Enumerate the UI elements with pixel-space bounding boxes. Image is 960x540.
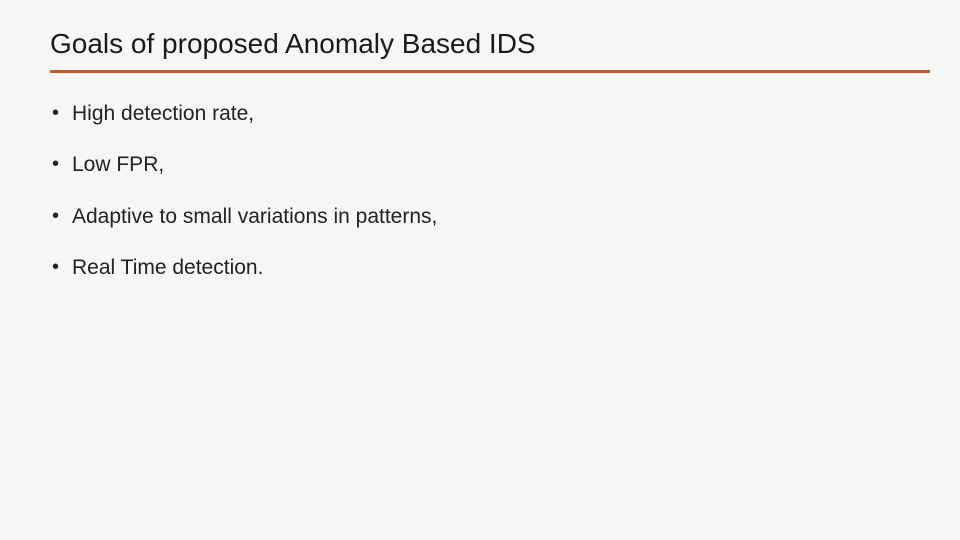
- bullet-list: High detection rate, Low FPR, Adaptive t…: [50, 100, 920, 281]
- title-block: Goals of proposed Anomaly Based IDS: [50, 28, 940, 73]
- bullet-item: Real Time detection.: [50, 254, 920, 281]
- title-underline: [50, 70, 930, 73]
- slide: Goals of proposed Anomaly Based IDS High…: [0, 0, 960, 540]
- bullet-item: Low FPR,: [50, 151, 920, 178]
- bullet-item: Adaptive to small variations in patterns…: [50, 203, 920, 230]
- slide-content: High detection rate, Low FPR, Adaptive t…: [50, 100, 920, 305]
- slide-title: Goals of proposed Anomaly Based IDS: [50, 28, 940, 60]
- bullet-item: High detection rate,: [50, 100, 920, 127]
